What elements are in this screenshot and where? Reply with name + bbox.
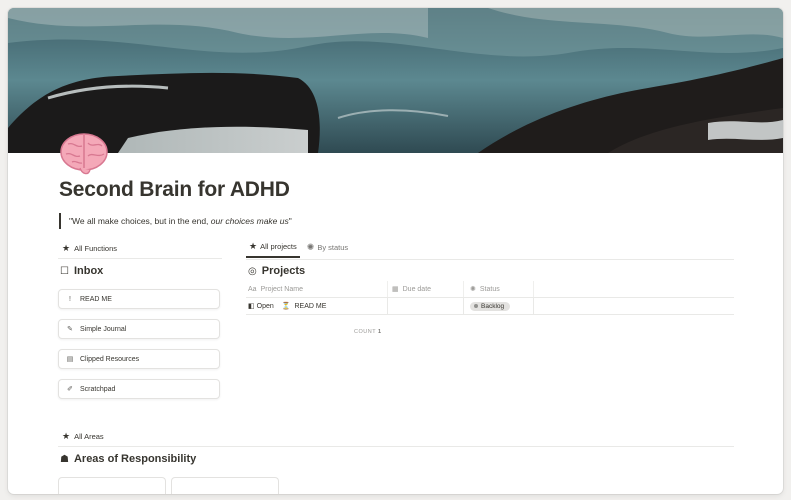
status-dot xyxy=(474,304,478,308)
exclamation-icon: ! xyxy=(69,295,71,303)
star-icon: ★ xyxy=(62,243,71,253)
table-header: Aa Project Name ▦ Due date ✺ Status xyxy=(246,281,734,298)
brain-icon[interactable] xyxy=(58,130,110,178)
page-cover-image[interactable] xyxy=(8,8,783,153)
page-quote: "We all make choices, but in the end, ou… xyxy=(59,213,292,229)
count-label: COUNT xyxy=(354,329,376,335)
briefcase-icon: ☗ xyxy=(60,453,69,465)
quote-text-emphasis: our choices make us xyxy=(210,216,289,226)
page-title[interactable]: Second Brain for ADHD xyxy=(59,178,290,202)
star-icon: ★ xyxy=(62,431,71,441)
column-header-status[interactable]: ✺ Status xyxy=(464,281,534,297)
edit-icon: ✐ xyxy=(67,386,73,393)
quote-text-start: "We all make choices, but in the end, xyxy=(69,216,211,226)
open-label: Open xyxy=(256,302,274,310)
column-header-project-name[interactable]: Aa Project Name xyxy=(246,281,388,297)
card-label: Scratchpad xyxy=(80,385,116,393)
column-label: Due date xyxy=(402,285,432,293)
cell-project-name[interactable]: ◧ Open ⏳ READ ME xyxy=(246,298,388,314)
column-label: Status xyxy=(479,285,500,293)
pencil-icon: ✎ xyxy=(67,326,73,333)
card-label: Simple Journal xyxy=(80,325,127,333)
cell-status[interactable]: Backlog xyxy=(464,298,534,314)
projects-table: Aa Project Name ▦ Due date ✺ Status ◧ Op… xyxy=(246,281,734,315)
open-row-button[interactable]: ◧ Open xyxy=(248,302,274,311)
inbox-card-read-me[interactable]: ! READ ME xyxy=(58,289,220,309)
inbox-card-clipped-resources[interactable]: ▤ Clipped Resources xyxy=(58,349,220,369)
all-areas-label: All Areas xyxy=(74,432,104,441)
card-label: Clipped Resources xyxy=(80,355,140,363)
archive-icon: ▤ xyxy=(66,356,74,363)
inbox-icon: ☐ xyxy=(60,265,69,277)
table-row[interactable]: ◧ Open ⏳ READ ME Backlog xyxy=(246,298,734,315)
loading-status-icon: ✺ xyxy=(306,242,315,252)
areas-heading-text: Areas of Responsibility xyxy=(73,453,197,465)
hourglass-icon: ⏳ xyxy=(281,303,291,310)
count-value: 1 xyxy=(378,329,382,335)
column-label: Project Name xyxy=(260,285,303,293)
card-label: READ ME xyxy=(80,295,112,303)
functions-divider xyxy=(58,258,222,259)
area-card[interactable] xyxy=(58,477,166,494)
notion-page-window: Second Brain for ADHD "We all make choic… xyxy=(8,8,783,494)
cell-due-date[interactable] xyxy=(388,298,464,314)
inbox-card-simple-journal[interactable]: ✎ Simple Journal xyxy=(58,319,220,339)
status-text: Backlog xyxy=(481,302,505,310)
inbox-heading-text: Inbox xyxy=(73,265,104,277)
inbox-card-scratchpad[interactable]: ✐ Scratchpad xyxy=(58,379,220,399)
text-property-icon: Aa xyxy=(248,285,257,293)
open-sidepeek-icon: ◧ xyxy=(248,303,255,310)
star-icon: ★ xyxy=(249,241,258,251)
area-card[interactable] xyxy=(171,477,279,494)
projects-heading[interactable]: ◎ Projects xyxy=(248,265,305,277)
tab-label: All projects xyxy=(260,242,297,251)
all-functions-label: All Functions xyxy=(74,244,118,253)
tabs-divider xyxy=(246,259,734,260)
project-name: READ ME xyxy=(294,302,327,310)
all-functions-tab[interactable]: ★ All Functions xyxy=(62,243,118,254)
inbox-heading[interactable]: ☐ Inbox xyxy=(60,265,103,277)
areas-divider xyxy=(58,446,734,447)
status-badge: Backlog xyxy=(470,301,511,311)
status-icon: ✺ xyxy=(470,286,476,293)
tab-by-status[interactable]: ✺ By status xyxy=(304,242,351,258)
column-header-due-date[interactable]: ▦ Due date xyxy=(388,281,464,297)
areas-heading[interactable]: ☗ Areas of Responsibility xyxy=(60,453,196,465)
target-icon: ◎ xyxy=(248,265,257,277)
calendar-icon: ▦ xyxy=(392,286,399,293)
quote-text-end: " xyxy=(288,216,292,226)
tab-all-projects[interactable]: ★ All projects xyxy=(246,242,300,258)
projects-heading-text: Projects xyxy=(261,265,306,277)
tab-label: By status xyxy=(317,243,349,252)
row-count[interactable]: COUNT 1 xyxy=(354,329,382,335)
projects-view-tabs: ★ All projects ✺ By status xyxy=(246,242,351,258)
all-areas-tab[interactable]: ★ All Areas xyxy=(62,431,104,442)
